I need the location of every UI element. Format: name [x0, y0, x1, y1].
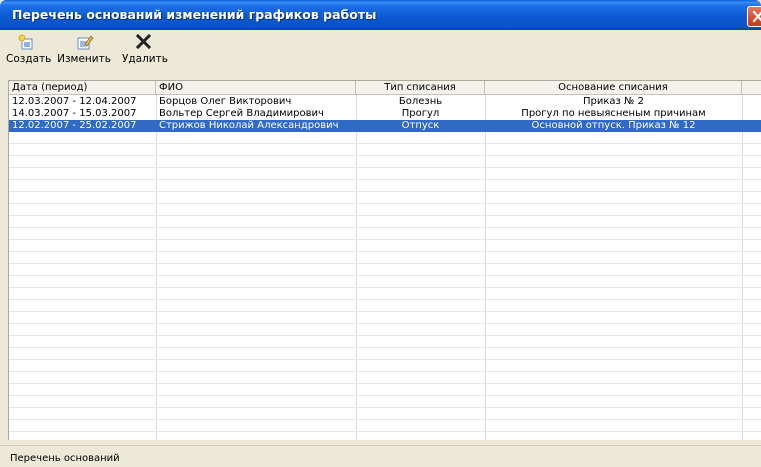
delete-button[interactable]: Удалить [122, 32, 168, 70]
toolbar: Создать Изменить Удалить [0, 30, 761, 72]
grid-row-line [9, 431, 761, 432]
cell-type: Болезнь [398, 96, 443, 107]
grid-row-line [9, 227, 761, 228]
grid-row-line [9, 167, 761, 168]
title-bar[interactable]: Перечень оснований изменений графиков ра… [0, 0, 761, 30]
grid-row-line [9, 395, 761, 396]
grid-row-line [9, 299, 761, 300]
grid-row-line [9, 371, 761, 372]
grid-row-line [9, 383, 761, 384]
grid-row-line [9, 323, 761, 324]
cell-name: Стрижов Николай Александрович [159, 120, 339, 131]
create-button[interactable]: Создать [6, 32, 52, 70]
main-window: Перечень оснований изменений графиков ра… [0, 0, 761, 467]
status-bar: Перечень оснований [0, 445, 761, 467]
cell-name: Борцов Олег Викторович [159, 96, 292, 107]
cell-period: 12.03.2007 - 12.04.2007 [12, 96, 137, 107]
table-row[interactable]: 12.02.2007 - 25.02.2007 Стрижов Николай А… [9, 120, 761, 132]
edit-document-icon [77, 35, 94, 50]
grid-row-line [9, 287, 761, 288]
column-header-filler [742, 81, 761, 95]
edit-button[interactable]: Изменить [56, 32, 112, 70]
grid-row-line [9, 335, 761, 336]
new-document-icon [18, 34, 33, 50]
grid-row-line [9, 275, 761, 276]
grid-row-line [9, 407, 761, 408]
cell-reason: Прогул по невыясненым причинам [521, 108, 706, 119]
grid-row-line [9, 311, 761, 312]
grid-row-line [9, 251, 761, 252]
cell-name: Вольтер Сергей Владимирович [159, 108, 324, 119]
column-header-type[interactable]: Тип списания [356, 81, 485, 95]
reasons-table[interactable]: Дата (период) ФИО Тип списания Основание… [8, 80, 761, 440]
close-icon [752, 10, 761, 23]
column-header-reason[interactable]: Основание списания [485, 81, 742, 95]
table-row[interactable]: 12.03.2007 - 12.04.2007 Борцов Олег Викто… [9, 96, 761, 108]
grid-column-line [742, 95, 743, 440]
grid-row-line [9, 179, 761, 180]
close-button[interactable] [747, 6, 761, 27]
cell-type: Прогул [401, 108, 440, 119]
window-title: Перечень оснований изменений графиков ра… [12, 7, 377, 22]
column-header-period[interactable]: Дата (период) [9, 81, 156, 95]
create-button-label: Создать [6, 53, 52, 65]
delete-button-label: Удалить [122, 53, 168, 65]
cell-period: 12.02.2007 - 25.02.2007 [12, 120, 137, 131]
grid-column-line [485, 95, 486, 440]
column-header-name[interactable]: ФИО [156, 81, 356, 95]
cell-reason: Приказ № 2 [583, 96, 644, 107]
grid-row-line [9, 359, 761, 360]
grid-row-line [9, 191, 761, 192]
grid-row-line [9, 203, 761, 204]
grid-row-line [9, 215, 761, 216]
cell-period: 14.03.2007 - 15.03.2007 [12, 108, 137, 119]
table-row[interactable]: 14.03.2007 - 15.03.2007 Вольтер Сергей Вл… [9, 108, 761, 120]
grid-column-line [156, 95, 157, 440]
delete-x-icon [135, 33, 152, 50]
grid-row-line [9, 143, 761, 144]
table-header: Дата (период) ФИО Тип списания Основание… [9, 81, 761, 95]
grid-row-line [9, 347, 761, 348]
cell-type: Отпуск [401, 120, 440, 131]
edit-button-label: Изменить [57, 53, 111, 65]
grid-row-line [9, 239, 761, 240]
grid-row-line [9, 263, 761, 264]
status-text: Перечень оснований [10, 453, 120, 464]
grid-row-line [9, 155, 761, 156]
cell-reason: Основной отпуск. Приказ № 12 [531, 120, 696, 131]
grid-row-line [9, 419, 761, 420]
grid-column-line [356, 95, 357, 440]
